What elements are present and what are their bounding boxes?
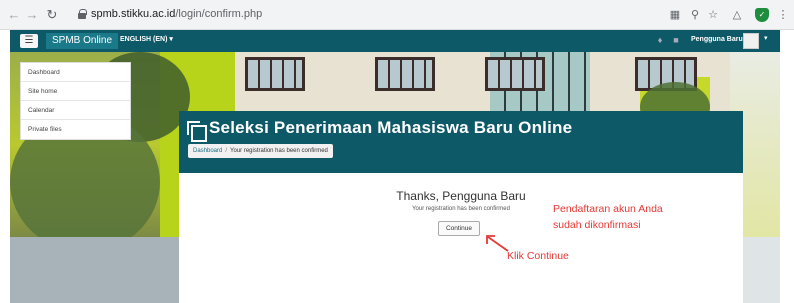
sidebar-item-calendar[interactable]: Calendar: [21, 101, 130, 120]
browser-toolbar: ← → ↻ spmb.stikku.ac.id/login/confirm.ph…: [0, 0, 794, 30]
breadcrumb-current: Your registration has been confirmed: [230, 148, 328, 154]
copy-icon: [187, 121, 207, 142]
lock-icon: [78, 9, 87, 19]
page-background: Dashboard Site home Calendar Private fil…: [10, 52, 780, 303]
click-continue-annotation: Klik Continue: [507, 250, 569, 262]
message-icon[interactable]: ■: [671, 35, 681, 45]
hamburger-icon[interactable]: ☰: [20, 34, 38, 48]
back-icon[interactable]: ←: [6, 7, 22, 23]
user-menu-caret-icon[interactable]: ▾: [764, 34, 768, 42]
site-navbar: ☰ SPMB Online ENGLISH (EN) ▾ ♦ ■ Penggun…: [10, 30, 780, 52]
sidebar-item-site-home[interactable]: Site home: [21, 82, 130, 101]
star-icon[interactable]: ☆: [706, 8, 720, 22]
translate-icon[interactable]: ▦: [668, 8, 682, 22]
continue-button[interactable]: Continue: [438, 221, 480, 236]
language-menu[interactable]: ENGLISH (EN) ▾: [120, 35, 173, 43]
avatar[interactable]: [743, 33, 759, 49]
url-text: spmb.stikku.ac.id/login/confirm.php: [91, 8, 263, 20]
sidebar-item-private-files[interactable]: Private files: [21, 120, 130, 139]
zoom-icon[interactable]: ⚲: [688, 8, 702, 22]
notification-icon[interactable]: ♦: [655, 35, 665, 45]
main-content: Thanks, Pengguna Baru Your registration …: [179, 173, 743, 303]
address-bar[interactable]: spmb.stikku.ac.id/login/confirm.php: [73, 5, 663, 25]
nav-drawer: Dashboard Site home Calendar Private fil…: [20, 62, 131, 140]
page-title: Seleksi Penerimaan Mahasiswa Baru Online: [209, 118, 573, 137]
menu-dots-icon[interactable]: ⋮: [776, 8, 790, 22]
reload-icon[interactable]: ↻: [44, 7, 60, 23]
page-header: Seleksi Penerimaan Mahasiswa Baru Online…: [179, 111, 743, 173]
shield-icon[interactable]: ✓: [755, 8, 769, 22]
breadcrumb: Dashboard / Your registration has been con…: [188, 144, 333, 158]
user-name[interactable]: Pengguna Baru: [691, 36, 743, 43]
brand-button[interactable]: SPMB Online: [46, 33, 119, 49]
sidebar-item-dashboard[interactable]: Dashboard: [21, 63, 130, 82]
forward-icon[interactable]: →: [24, 7, 40, 23]
extension-icon[interactable]: △: [730, 8, 744, 22]
breadcrumb-dashboard-link[interactable]: Dashboard: [193, 148, 222, 154]
confirmation-annotation: Pendaftaran akun Anda sudah dikonfirmasi: [553, 203, 663, 231]
